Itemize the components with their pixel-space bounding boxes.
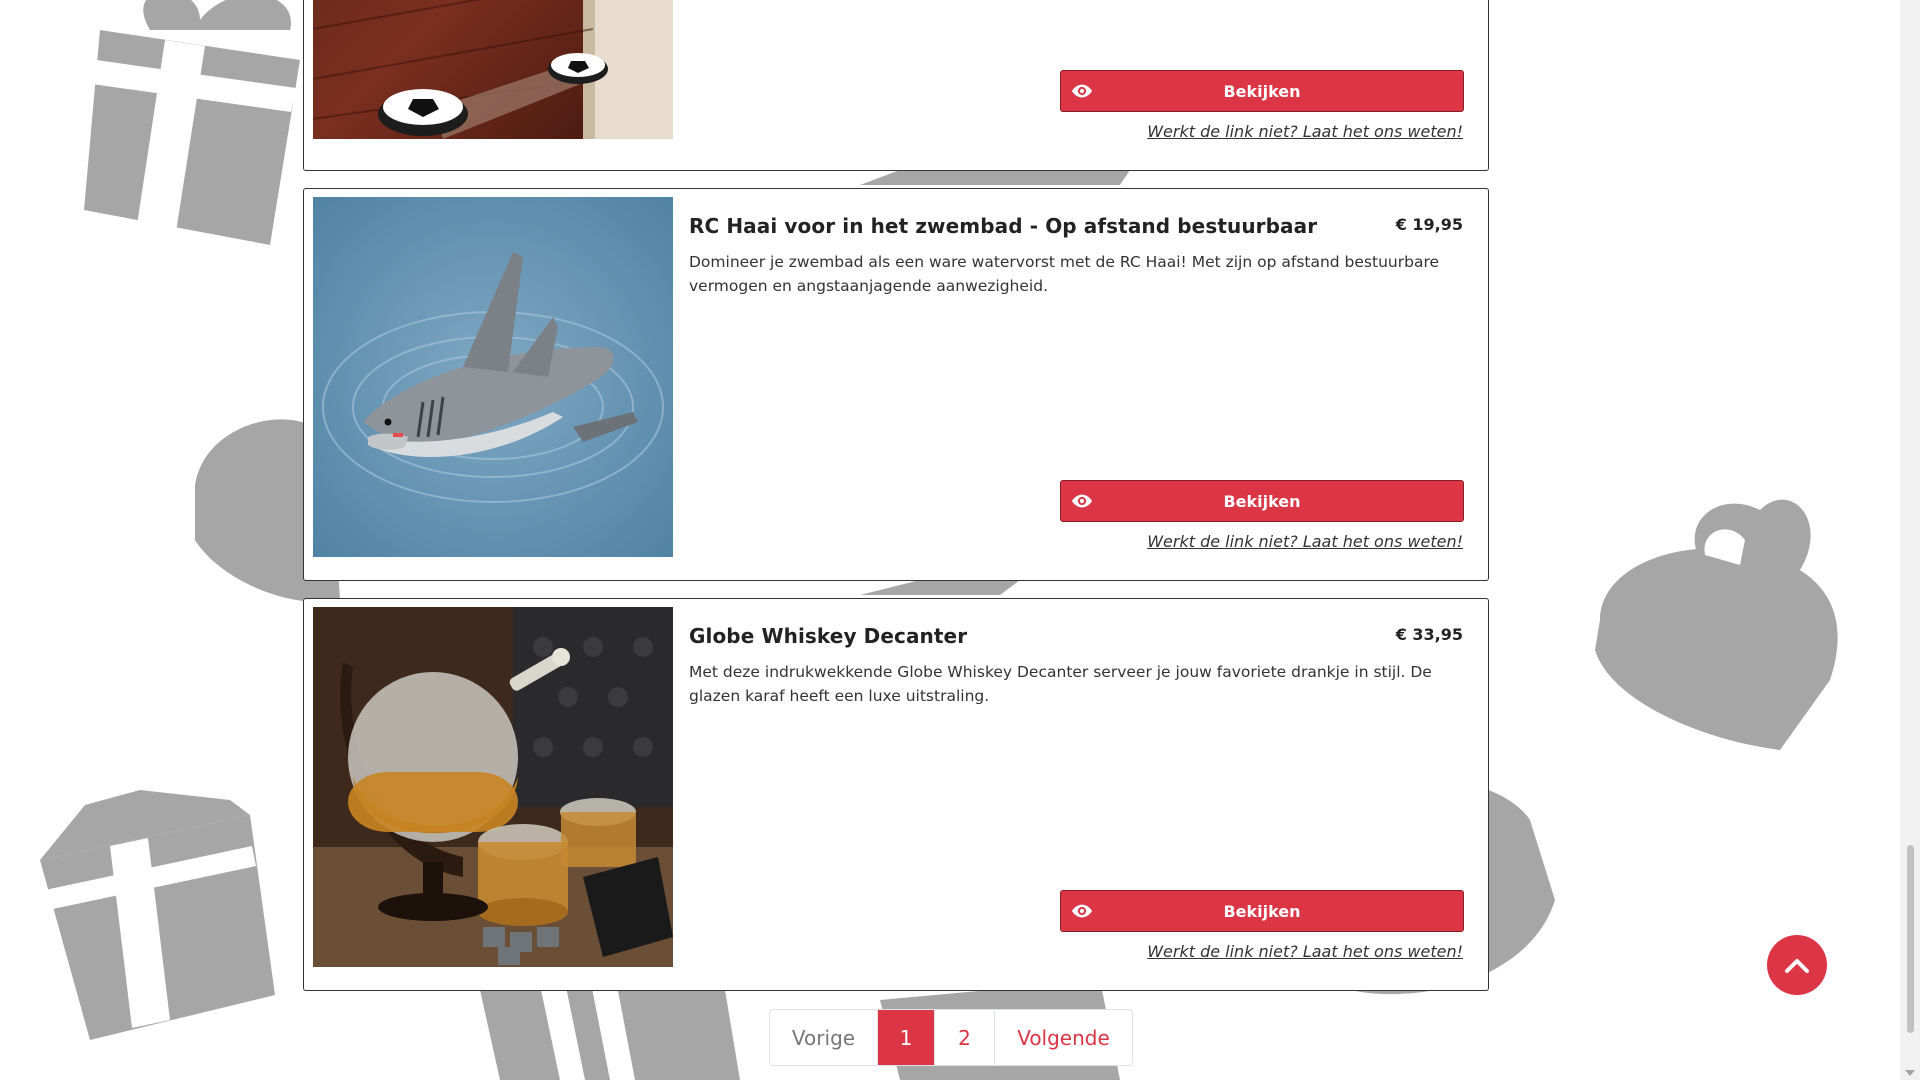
report-link[interactable]: Werkt de link niet? Laat het ons weten! bbox=[1147, 532, 1463, 551]
rc-shark-image bbox=[313, 197, 673, 557]
product-image[interactable] bbox=[313, 197, 673, 557]
scrollbar-thumb[interactable] bbox=[1907, 845, 1914, 1033]
eye-icon bbox=[1071, 84, 1093, 98]
pagination-page-2[interactable]: 2 bbox=[935, 1010, 995, 1065]
pagination-page-1[interactable]: 1 bbox=[878, 1010, 935, 1065]
product-card: RC Haai voor in het zwembad - Op afstand… bbox=[303, 188, 1489, 581]
product-card: Bekijken Werkt de link niet? Laat het on… bbox=[303, 0, 1489, 171]
product-description: Domineer je zwembad als een ware watervo… bbox=[689, 253, 1440, 295]
product-title[interactable]: RC Haai voor in het zwembad - Op afstand… bbox=[689, 214, 1317, 238]
product-description: Met deze indrukwekkende Globe Whiskey De… bbox=[689, 663, 1432, 705]
view-button[interactable]: Bekijken bbox=[1060, 480, 1464, 522]
scroll-down-arrow-icon[interactable] bbox=[1905, 1070, 1915, 1076]
pagination: Vorige 1 2 Volgende bbox=[769, 1009, 1133, 1066]
gift-icon bbox=[40, 790, 275, 1040]
pagination-next[interactable]: Volgende bbox=[995, 1010, 1132, 1065]
globe-decanter-image bbox=[313, 607, 673, 967]
product-price: € 33,95 bbox=[1395, 625, 1463, 644]
view-button-label: Bekijken bbox=[1223, 901, 1301, 921]
view-button[interactable]: Bekijken bbox=[1060, 890, 1464, 932]
product-image[interactable] bbox=[313, 607, 673, 967]
scrollbar[interactable] bbox=[1900, 0, 1920, 1080]
eye-icon bbox=[1071, 904, 1093, 918]
product-title[interactable]: Globe Whiskey Decanter bbox=[689, 624, 967, 648]
pagination-previous[interactable]: Vorige bbox=[770, 1010, 878, 1065]
eye-icon bbox=[1071, 494, 1093, 508]
report-link[interactable]: Werkt de link niet? Laat het ons weten! bbox=[1147, 942, 1463, 961]
report-link[interactable]: Werkt de link niet? Laat het ons weten! bbox=[1147, 122, 1463, 141]
view-button-label: Bekijken bbox=[1223, 491, 1301, 511]
gift-icon bbox=[84, 0, 300, 245]
hover-football-image bbox=[313, 0, 673, 139]
view-button-label: Bekijken bbox=[1223, 81, 1301, 101]
chevron-up-icon bbox=[1785, 959, 1809, 973]
gift-icon bbox=[1595, 499, 1838, 750]
back-to-top-button[interactable] bbox=[1767, 935, 1827, 995]
product-image[interactable] bbox=[313, 0, 673, 139]
product-price: € 19,95 bbox=[1395, 215, 1463, 234]
product-card: Globe Whiskey Decanter € 33,95 Met deze … bbox=[303, 598, 1489, 991]
view-button[interactable]: Bekijken bbox=[1060, 70, 1464, 112]
